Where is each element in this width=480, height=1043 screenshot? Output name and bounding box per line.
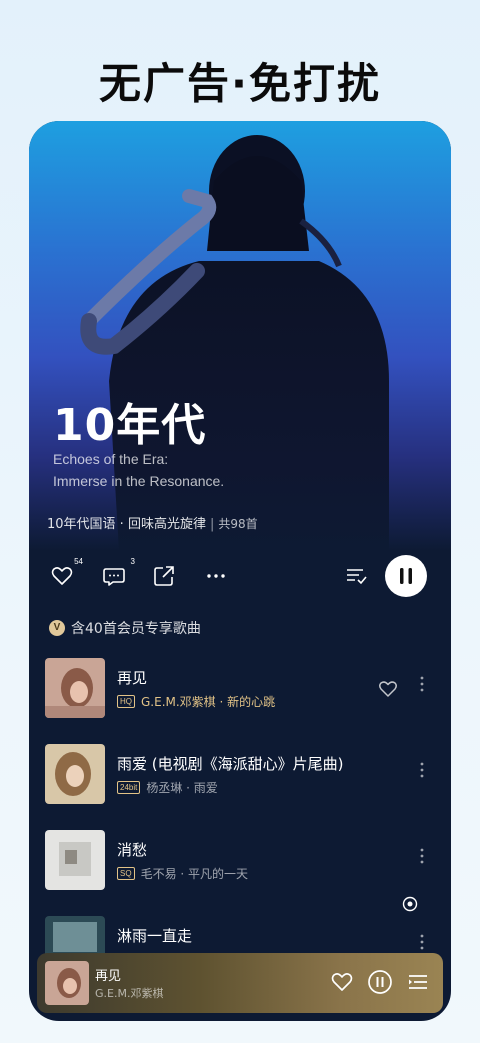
playlist-description: 10年代国语 · 回味高光旋律 <box>47 517 206 532</box>
heart-icon <box>51 567 73 585</box>
playlist-queue-button[interactable] <box>405 969 431 995</box>
album-cover <box>45 830 105 890</box>
locate-current-song-button[interactable] <box>401 895 419 913</box>
song-subtitle: SQ 毛不易 · 平凡的一天 <box>117 865 248 882</box>
more-button[interactable] <box>203 563 229 589</box>
queue-list-icon <box>409 975 427 989</box>
comment-icon <box>103 568 125 586</box>
playlist-subtitle-line2: Immerse in the Resonance. <box>53 473 225 489</box>
playlist-header-banner: 10年代 Echoes of the Era: Immerse in the R… <box>29 121 451 551</box>
song-artist-album: G.E.M.邓紫棋 · 新的心跳 <box>141 695 276 709</box>
song-artist-album: 杨丞琳 · 雨爱 <box>146 781 218 795</box>
vertical-more-icon <box>420 762 424 778</box>
mini-pause-button[interactable] <box>367 969 393 995</box>
meta-separator: | <box>209 517 215 532</box>
vip-notice-text: 含40首会员专享歌曲 <box>71 621 201 637</box>
multi-select-icon <box>347 569 367 585</box>
song-more-button[interactable] <box>415 844 429 868</box>
favorite-button[interactable] <box>377 678 399 700</box>
song-title: 雨爱 (电视剧《海派甜心》片尾曲) <box>117 755 344 773</box>
vip-notice[interactable]: V 含40首会员专享歌曲 <box>49 618 201 638</box>
playlist-title: 10年代 <box>53 400 207 451</box>
comment-count: 3 <box>130 557 135 566</box>
song-title: 再见 <box>117 669 148 687</box>
album-cover <box>45 744 105 804</box>
vip-badge-icon: V <box>49 620 65 636</box>
like-button[interactable]: 54 <box>49 557 83 589</box>
song-subtitle: HQ G.E.M.邓紫棋 · 新的心跳 <box>117 693 275 710</box>
song-more-button[interactable] <box>415 930 429 954</box>
more-icon <box>207 574 225 578</box>
quality-tag: HQ <box>117 695 135 708</box>
mini-like-button[interactable] <box>329 969 355 995</box>
vertical-more-icon <box>420 676 424 692</box>
share-icon <box>154 566 174 586</box>
comment-button[interactable]: 3 <box>101 557 135 589</box>
now-playing-cover <box>45 961 89 1005</box>
song-row[interactable]: 雨爱 (电视剧《海派甜心》片尾曲) 24bit 杨丞琳 · 雨爱 <box>29 744 451 808</box>
multi-select-button[interactable] <box>343 563 369 589</box>
song-count: 共98首 <box>218 517 258 531</box>
now-playing-artist: G.E.M.邓紫棋 <box>95 987 164 1000</box>
song-row[interactable]: 再见 HQ G.E.M.邓紫棋 · 新的心跳 <box>29 658 451 722</box>
song-more-button[interactable] <box>415 758 429 782</box>
locate-icon <box>402 896 418 912</box>
mini-player[interactable]: 再见 G.E.M.邓紫棋 <box>37 953 443 1013</box>
now-playing-title: 再见 <box>95 969 122 984</box>
heart-outline-icon <box>379 681 397 697</box>
playlist-meta: 10年代国语 · 回味高光旋律 | 共98首 <box>47 513 258 532</box>
pause-button[interactable] <box>385 555 427 597</box>
vertical-more-icon <box>420 848 424 864</box>
pause-icon <box>400 568 412 584</box>
like-count: 54 <box>74 557 83 566</box>
quality-tag: SQ <box>117 867 135 880</box>
promo-headline: 无广告·免打扰 <box>99 59 381 108</box>
song-title: 淋雨一直走 <box>117 927 193 945</box>
song-subtitle: 24bit 杨丞琳 · 雨爱 <box>117 779 218 796</box>
song-row[interactable]: 消愁 SQ 毛不易 · 平凡的一天 <box>29 830 451 894</box>
quality-tag: 24bit <box>117 781 141 794</box>
app-screen: 10年代 Echoes of the Era: Immerse in the R… <box>29 121 451 1021</box>
song-more-button[interactable] <box>415 672 429 696</box>
pause-circle-icon <box>368 970 392 994</box>
song-title: 消愁 <box>117 841 148 859</box>
share-button[interactable] <box>151 563 177 589</box>
album-cover <box>45 658 105 718</box>
playlist-subtitle-line1: Echoes of the Era: <box>53 451 169 467</box>
vertical-more-icon <box>420 934 424 950</box>
song-artist-album: 毛不易 · 平凡的一天 <box>140 867 249 881</box>
heart-icon <box>331 973 353 991</box>
